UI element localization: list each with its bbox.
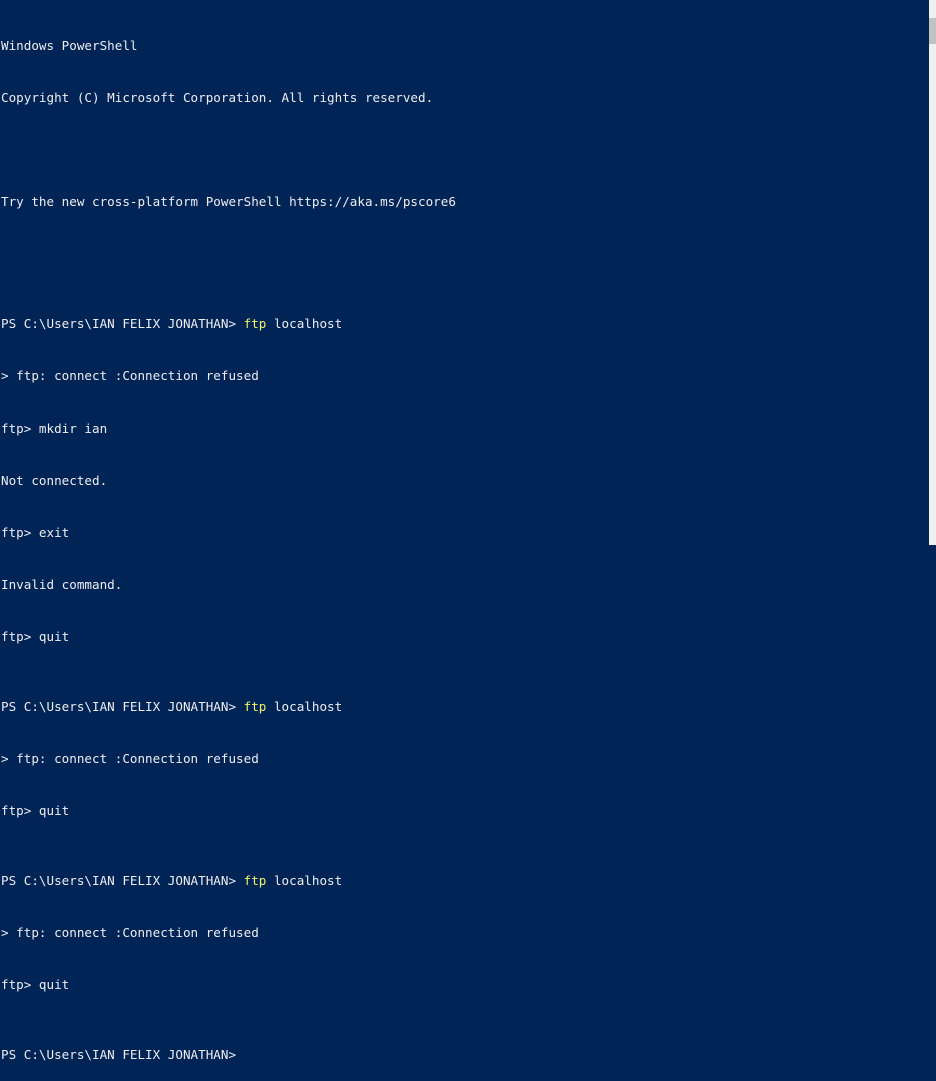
- command-arg: localhost: [266, 873, 343, 889]
- vertical-scrollbar[interactable]: [929, 0, 936, 545]
- command-ftp: ftp: [243, 699, 267, 715]
- output-line: ftp> quit: [1, 629, 70, 645]
- header-hint: Try the new cross-platform PowerShell ht…: [1, 194, 456, 210]
- current-prompt[interactable]: PS C:\Users\IAN FELIX JONATHAN>: [1, 1046, 929, 1063]
- command-arg: localhost: [266, 316, 343, 332]
- output-line: ftp> mkdir ian: [1, 420, 108, 436]
- output-line: > ftp: connect :Connection refused: [1, 368, 259, 384]
- output-line: > ftp: connect :Connection refused: [1, 925, 259, 941]
- command-ftp: ftp: [243, 873, 267, 889]
- prompt-line: PS C:\Users\IAN FELIX JONATHAN> ftp loca…: [1, 315, 929, 332]
- prompt-line: PS C:\Users\IAN FELIX JONATHAN> ftp loca…: [1, 698, 929, 715]
- prompt: PS C:\Users\IAN FELIX JONATHAN>: [1, 699, 244, 715]
- prompt-line: PS C:\Users\IAN FELIX JONATHAN> ftp loca…: [1, 872, 929, 889]
- scrollbar-thumb[interactable]: [929, 18, 936, 44]
- header-copyright: Copyright (C) Microsoft Corporation. All…: [1, 90, 434, 106]
- output-line: ftp> quit: [1, 803, 70, 819]
- output-line: > ftp: connect :Connection refused: [1, 751, 259, 767]
- powershell-console[interactable]: Windows PowerShell Copyright (C) Microso…: [0, 0, 929, 1062]
- command-arg: localhost: [266, 699, 343, 715]
- header-title: Windows PowerShell: [1, 37, 138, 53]
- output-line: Not connected.: [1, 472, 108, 488]
- prompt: PS C:\Users\IAN FELIX JONATHAN>: [1, 873, 244, 889]
- command-ftp: ftp: [243, 316, 267, 332]
- output-line: ftp> exit: [1, 525, 70, 541]
- prompt: PS C:\Users\IAN FELIX JONATHAN>: [1, 316, 244, 332]
- output-line: ftp> quit: [1, 977, 70, 993]
- output-line: Invalid command.: [1, 577, 123, 593]
